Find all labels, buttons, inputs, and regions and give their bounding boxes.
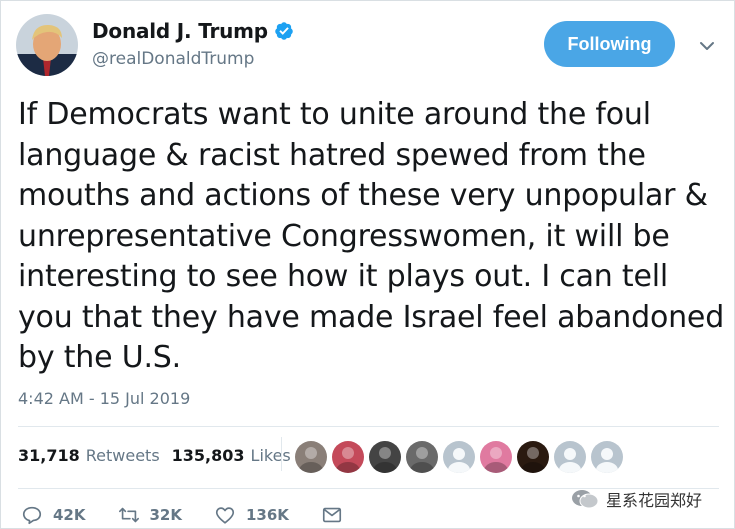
liker-avatar[interactable] — [332, 441, 364, 473]
retweet-button[interactable]: 32K — [118, 504, 183, 526]
like-button[interactable]: 136K — [214, 504, 289, 526]
liker-avatar[interactable] — [554, 441, 586, 473]
following-button[interactable]: Following — [544, 21, 675, 67]
direct-message-button[interactable] — [321, 504, 343, 526]
chevron-down-icon[interactable] — [698, 37, 716, 55]
reply-count: 42K — [53, 506, 86, 524]
retweet-count: 32K — [149, 506, 183, 524]
retweets-count[interactable]: 31,718 — [18, 446, 80, 465]
like-count: 136K — [246, 506, 289, 524]
avatar-image — [16, 14, 78, 76]
watermark-text: 星系花园郑好 — [606, 491, 703, 510]
liker-avatar[interactable] — [406, 441, 438, 473]
liker-avatar[interactable] — [480, 441, 512, 473]
liker-avatars — [295, 441, 628, 473]
tweet-actions: 42K 32K 136K — [21, 504, 375, 526]
liker-avatar[interactable] — [369, 441, 401, 473]
liker-avatar[interactable] — [295, 441, 327, 473]
likes-count[interactable]: 135,803 — [172, 446, 245, 465]
envelope-icon — [322, 507, 342, 523]
retweet-icon — [118, 507, 139, 523]
tweet-timestamp[interactable]: 4:42 AM - 15 Jul 2019 — [18, 389, 190, 408]
verified-badge-icon — [274, 21, 294, 41]
liker-avatar[interactable] — [517, 441, 549, 473]
retweets-label[interactable]: Retweets — [86, 446, 160, 465]
tweet-card: Donald J. Trump @realDonaldTrump Followi… — [0, 0, 735, 529]
reply-icon — [22, 506, 42, 525]
avatar[interactable] — [16, 14, 78, 76]
wechat-icon — [572, 490, 599, 509]
divider — [18, 426, 719, 427]
display-name[interactable]: Donald J. Trump — [92, 19, 268, 43]
stats-separator — [281, 437, 282, 471]
engagement-stats: 31,718 Retweets 135,803 Likes — [18, 446, 303, 465]
liker-avatar[interactable] — [443, 441, 475, 473]
heart-icon — [215, 507, 235, 524]
user-handle[interactable]: @realDonaldTrump — [92, 49, 254, 69]
tweet-text: If Democrats want to unite around the fo… — [18, 97, 725, 375]
reply-button[interactable]: 42K — [21, 504, 86, 526]
liker-avatar[interactable] — [591, 441, 623, 473]
likes-label[interactable]: Likes — [251, 446, 291, 465]
name-row: Donald J. Trump — [92, 19, 294, 43]
watermark: 星系花园郑好 — [570, 487, 702, 511]
